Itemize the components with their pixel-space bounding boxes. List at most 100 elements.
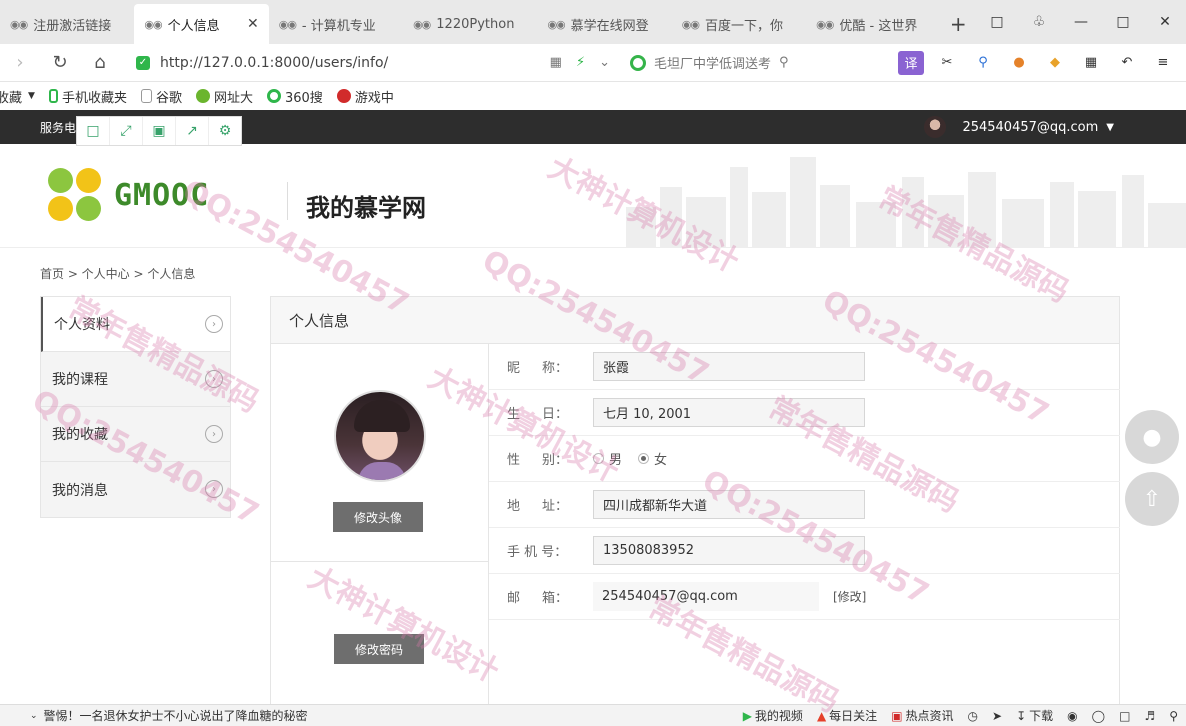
- page-icon: [140, 89, 152, 103]
- url-input[interactable]: ✓ http://127.0.0.1:8000/users/info/ ▦ ⚡ …: [126, 49, 620, 77]
- tab-close-icon[interactable]: ✕: [247, 16, 259, 32]
- browser-tab-strip: ◉◉ 注册激活链接 ◉◉ 个人信息 ✕ ◉◉ - 计算机专业 ◉◉ 1220Py…: [0, 0, 1186, 44]
- hot-news-link[interactable]: ▣ 热点资讯: [891, 707, 953, 724]
- phone-field[interactable]: 13508083952: [593, 536, 865, 565]
- chevron-down-icon[interactable]: ⌄: [599, 55, 610, 70]
- window-icon[interactable]: □: [1119, 709, 1130, 723]
- magnifier-icon[interactable]: ⚲: [970, 51, 996, 75]
- qr-code-icon[interactable]: ▦: [550, 55, 562, 70]
- news-ticker[interactable]: ⌄ 警惕！一名退休女护士不小心说出了降血糖的秘密: [30, 707, 308, 724]
- change-avatar-button[interactable]: 修改头像: [333, 502, 423, 532]
- close-window-icon[interactable]: ✕: [1144, 14, 1186, 30]
- gender-radio-male[interactable]: 男: [593, 449, 622, 468]
- birthday-label: 生日：: [507, 407, 569, 422]
- minimize-icon[interactable]: —: [1060, 14, 1102, 30]
- url-text: http://127.0.0.1:8000/users/info/: [160, 54, 389, 71]
- video-play-icon: ▶: [742, 708, 752, 723]
- gender-radio-female[interactable]: 女: [638, 449, 667, 468]
- browser-tab-4[interactable]: ◉◉ 慕学在线网登: [537, 4, 671, 44]
- logo-text: GMOOC: [114, 177, 210, 213]
- chevron-down-icon: ▼: [28, 91, 35, 101]
- browser-tab-6[interactable]: ◉◉ 优酷 - 这世界: [806, 4, 940, 44]
- apps-grid-icon[interactable]: ▦: [1078, 51, 1104, 75]
- game-center-icon: [336, 89, 351, 103]
- browser-tab-active[interactable]: ◉◉ 个人信息 ✕: [134, 4, 269, 44]
- clover-logo-icon: [48, 168, 102, 222]
- tab-favicon-icon: ◉◉: [547, 17, 565, 31]
- shield-icon[interactable]: ◆: [1042, 51, 1068, 75]
- status-actions: ▶ 我的视频 ▲ 每日关注 ▣ 热点资讯 ◷ ➤ ↧ 下载 ◉ ◯ □ ♬ ⚲: [743, 707, 1186, 724]
- daily-focus-link[interactable]: ▲ 每日关注: [817, 707, 877, 724]
- tab-favicon-icon: ◉◉: [144, 17, 162, 31]
- service-hotline: 服务电: [40, 120, 77, 135]
- browser-tab-3[interactable]: ◉◉ 1220Python: [403, 4, 537, 44]
- tab-list-icon[interactable]: □: [976, 14, 1018, 30]
- nickname-field[interactable]: 张霞: [593, 352, 865, 381]
- modify-email-link[interactable]: [修改]: [833, 588, 866, 605]
- headset-icon[interactable]: ◉: [1067, 709, 1077, 723]
- scissors-icon[interactable]: ✂: [934, 51, 960, 75]
- translate-icon[interactable]: 译: [898, 50, 924, 75]
- change-password-button[interactable]: 修改密码: [334, 634, 424, 664]
- email-row: 邮箱： 254540457@qq.com [修改]: [489, 574, 1120, 620]
- city-skyline-image: [626, 157, 1186, 247]
- my-videos-link[interactable]: ▶ 我的视频: [743, 707, 803, 724]
- chevron-right-icon: ›: [205, 480, 223, 498]
- search-input[interactable]: 毛坦厂中学低调送考 ⚲: [630, 49, 826, 77]
- news-icon: ▣: [891, 708, 903, 723]
- forward-arrow-icon[interactable]: ›: [0, 52, 40, 73]
- sidebar-item-profile[interactable]: 个人资料 ›: [41, 297, 230, 352]
- copy-icon[interactable]: □: [77, 117, 110, 145]
- back-to-top-button[interactable]: ⇧: [1125, 472, 1179, 526]
- sidebar-item-courses[interactable]: 我的课程 ›: [41, 352, 230, 407]
- menu-icon[interactable]: ≡: [1150, 51, 1176, 75]
- floating-toolbar: □ ⤢ ▣ ↗ ⚙: [76, 116, 242, 146]
- bookmark-sites[interactable]: 网址大: [195, 87, 253, 106]
- user-menu[interactable]: 254540457@qq.com ▼: [924, 116, 1114, 138]
- breadcrumb[interactable]: 首页 > 个人中心 > 个人信息: [40, 265, 195, 282]
- browser-tab-5[interactable]: ◉◉ 百度一下，你: [672, 4, 806, 44]
- game-icon[interactable]: ●: [1006, 51, 1032, 75]
- sidebar-item-favorites[interactable]: 我的收藏 ›: [41, 407, 230, 462]
- skin-shirt-icon[interactable]: ♧: [1018, 14, 1060, 30]
- search-icon[interactable]: ⚲: [779, 55, 789, 70]
- tab-favicon-icon: ◉◉: [278, 17, 297, 31]
- tab-favicon-icon: ◉◉: [10, 17, 28, 31]
- browser-tab-0[interactable]: ◉◉ 注册激活链接: [0, 4, 134, 44]
- speed-icon[interactable]: ◷: [968, 709, 978, 723]
- zoom-icon[interactable]: ⚲: [1169, 709, 1178, 723]
- secure-shield-icon: ✓: [136, 55, 150, 70]
- settings-gear-icon[interactable]: ⚙: [209, 117, 241, 145]
- bookmark-mobile[interactable]: 手机收藏夹: [48, 87, 127, 106]
- bookmark-google[interactable]: 谷歌: [140, 87, 182, 106]
- sidebar-item-messages[interactable]: 我的消息 ›: [41, 462, 230, 517]
- lightning-icon[interactable]: ⚡: [576, 55, 585, 70]
- download-link[interactable]: ↧ 下载: [1016, 707, 1053, 724]
- save-disk-icon[interactable]: ▣: [143, 117, 176, 145]
- birthday-field[interactable]: 七月 10, 2001: [593, 398, 865, 427]
- site-logo[interactable]: GMOOC: [48, 168, 209, 222]
- radio-icon: [593, 453, 604, 464]
- home-icon[interactable]: ⌂: [80, 52, 120, 73]
- address-field[interactable]: 四川成都新华大道: [593, 490, 865, 519]
- qq-chat-button[interactable]: ●: [1125, 410, 1179, 464]
- phone-row: 手 机 号： 13508083952: [489, 528, 1120, 574]
- bookmark-360-search[interactable]: 360搜: [266, 87, 323, 106]
- browser-tab-2[interactable]: ◉◉ - 计算机专业: [269, 4, 403, 44]
- undo-icon[interactable]: ↶: [1114, 51, 1140, 75]
- maximize-icon[interactable]: □: [1102, 14, 1144, 30]
- bookmark-favorites[interactable]: 收藏 ▼: [0, 87, 35, 106]
- share-icon[interactable]: ↗: [176, 117, 209, 145]
- rocket-icon[interactable]: ➤: [992, 709, 1002, 723]
- address-label: 地址：: [507, 499, 569, 514]
- bookmark-games[interactable]: 游戏中: [336, 87, 394, 106]
- gender-row: 性别： 男 女: [489, 436, 1120, 482]
- search-engine-icon: [630, 54, 646, 71]
- volume-icon[interactable]: ♬: [1144, 709, 1155, 723]
- arrow-up-icon: ⇧: [1142, 486, 1162, 512]
- shield-status-icon[interactable]: ◯: [1092, 709, 1105, 723]
- new-tab-plus-icon[interactable]: +: [941, 4, 976, 44]
- birthday-row: 生日： 七月 10, 2001: [489, 390, 1120, 436]
- reload-icon[interactable]: ↻: [40, 52, 80, 73]
- expand-icon[interactable]: ⤢: [110, 117, 143, 145]
